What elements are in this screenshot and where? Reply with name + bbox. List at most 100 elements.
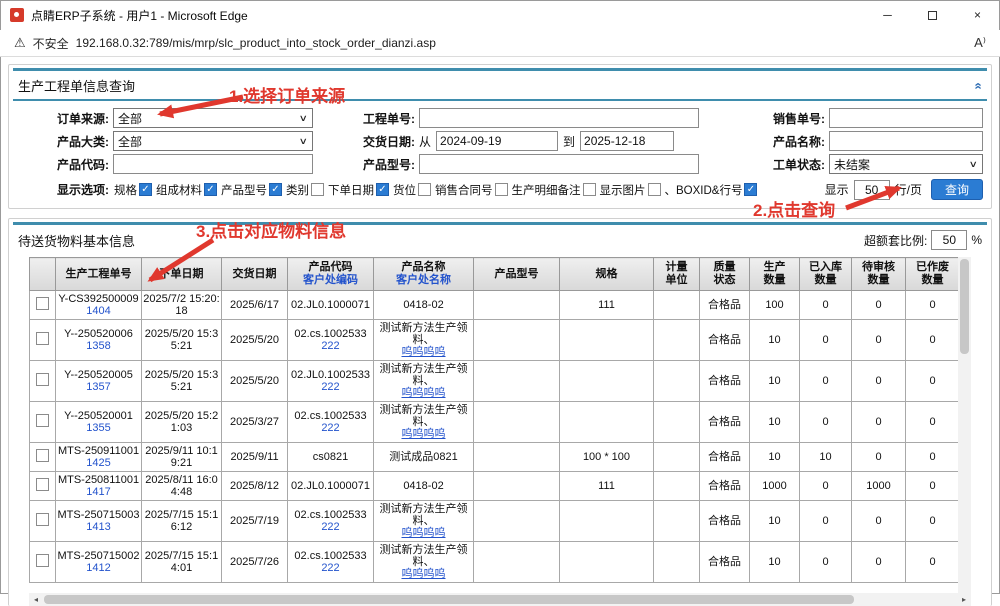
- product-code-sub[interactable]: 222: [289, 381, 372, 393]
- ratio-input[interactable]: [931, 230, 967, 250]
- display-option-label: 产品型号: [221, 182, 267, 198]
- table-vertical-scrollbar[interactable]: [958, 257, 971, 593]
- order-no-sub[interactable]: 1404: [57, 305, 140, 317]
- row-checkbox[interactable]: [36, 513, 49, 526]
- sales-no-input[interactable]: [829, 108, 983, 128]
- product-code-input[interactable]: [113, 154, 313, 174]
- qty-pending-cell: 1000: [852, 472, 906, 501]
- close-button[interactable]: ×: [955, 0, 1000, 30]
- date-from-input[interactable]: [436, 131, 558, 151]
- checkbox-icon[interactable]: [648, 183, 661, 196]
- spec-cell: [560, 361, 654, 402]
- qty-in-cell: 0: [800, 402, 852, 443]
- date-to-input[interactable]: [580, 131, 674, 151]
- product-code-sub[interactable]: 222: [289, 521, 372, 533]
- checkbox-icon[interactable]: ✓: [269, 183, 282, 196]
- maximize-button[interactable]: [910, 0, 955, 30]
- category-select[interactable]: 全部 ∨: [113, 131, 313, 151]
- display-option[interactable]: 销售合同号: [435, 182, 508, 198]
- row-checkbox[interactable]: [36, 478, 49, 491]
- row-checkbox[interactable]: [36, 297, 49, 310]
- material-row[interactable]: Y--25052000513572025/5/20 15:35:212025/5…: [30, 361, 960, 402]
- vertical-scrollbar-thumb[interactable]: [960, 259, 969, 354]
- product-code-sub[interactable]: 222: [289, 562, 372, 574]
- order-no-sub[interactable]: 1413: [57, 521, 140, 533]
- checkbox-icon[interactable]: ✓: [204, 183, 217, 196]
- project-no-input[interactable]: [419, 108, 699, 128]
- order-status-select[interactable]: 未结案 ∨: [829, 154, 983, 174]
- product-name-link[interactable]: 呜呜呜呜: [375, 387, 472, 399]
- qty-void-cell: 0: [906, 320, 960, 361]
- order-no-sub[interactable]: 1358: [57, 340, 140, 352]
- order-no: MTS-250715003: [57, 509, 140, 521]
- display-option[interactable]: 生产明细备注: [512, 182, 596, 198]
- display-option[interactable]: 下单日期✓: [328, 182, 389, 198]
- product-code-cell: 02.JL0.1000071: [288, 291, 374, 320]
- row-checkbox[interactable]: [36, 414, 49, 427]
- display-option[interactable]: 货位: [393, 182, 431, 198]
- warning-icon[interactable]: ⚠: [14, 35, 26, 51]
- material-row[interactable]: MTS-25071500314132025/7/15 15:16:122025/…: [30, 501, 960, 542]
- order-no-sub[interactable]: 1417: [57, 486, 140, 498]
- display-option[interactable]: 组成材料✓: [156, 182, 217, 198]
- column-header-4: 产品名称客户处名称: [374, 258, 474, 291]
- display-option[interactable]: BOXID&行号✓: [676, 182, 757, 198]
- scroll-right-icon[interactable]: ▸: [957, 595, 971, 604]
- product-code-sub[interactable]: 222: [289, 340, 372, 352]
- display-options-list: 规格✓组成材料✓产品型号✓类别下单日期✓货位销售合同号生产明细备注显示图片、BO…: [114, 182, 817, 198]
- checkbox-icon[interactable]: [495, 183, 508, 196]
- product-name-link[interactable]: 呜呜呜呜: [375, 346, 472, 358]
- product-code-cell: 02.cs.1002533222: [288, 320, 374, 361]
- page-size-input[interactable]: [854, 180, 890, 200]
- product-model-input[interactable]: [419, 154, 699, 174]
- material-row[interactable]: MTS-25081100114172025/8/11 16:04:482025/…: [30, 472, 960, 501]
- order-no-sub[interactable]: 1412: [57, 562, 140, 574]
- product-name: 测试新方法生产领料、: [375, 322, 472, 346]
- display-option[interactable]: 显示图片: [600, 182, 661, 198]
- material-row[interactable]: Y--25052000113552025/5/20 15:21:032025/3…: [30, 402, 960, 443]
- model-cell: [474, 542, 560, 583]
- product-name-link[interactable]: 呜呜呜呜: [375, 568, 472, 580]
- order-no-sub[interactable]: 1357: [57, 381, 140, 393]
- read-aloud-icon[interactable]: A⁾: [974, 35, 986, 51]
- order-no-sub[interactable]: 1355: [57, 422, 140, 434]
- scroll-left-icon[interactable]: ◂: [29, 595, 43, 604]
- product-name: 测试新方法生产领料、: [375, 544, 472, 568]
- display-option[interactable]: 类别: [286, 182, 324, 198]
- checkbox-icon[interactable]: ✓: [744, 183, 757, 196]
- order-no-sub[interactable]: 1425: [57, 457, 140, 469]
- checkbox-icon[interactable]: [583, 183, 596, 196]
- horizontal-scrollbar-thumb[interactable]: [44, 595, 854, 604]
- row-checkbox[interactable]: [36, 449, 49, 462]
- product-name-input[interactable]: [829, 131, 983, 151]
- row-checkbox[interactable]: [36, 373, 49, 386]
- display-option[interactable]: 产品型号✓: [221, 182, 282, 198]
- browser-addressbar[interactable]: ⚠ 不安全 192.168.0.32:789/mis/mrp/slc_produ…: [0, 30, 1000, 57]
- order-no-cell: Y--2505200051357: [56, 361, 142, 402]
- order-source-label: 订单来源:: [17, 110, 109, 127]
- checkbox-icon[interactable]: [311, 183, 324, 196]
- url-text[interactable]: 192.168.0.32:789/mis/mrp/slc_product_int…: [76, 36, 436, 50]
- checkbox-icon[interactable]: ✓: [139, 183, 152, 196]
- product-name-link[interactable]: 呜呜呜呜: [375, 428, 472, 440]
- checkbox-icon[interactable]: [418, 183, 431, 196]
- row-checkbox[interactable]: [36, 554, 49, 567]
- model-cell: [474, 501, 560, 542]
- table-horizontal-scrollbar[interactable]: ◂ ▸: [29, 593, 971, 606]
- product-name-link[interactable]: 呜呜呜呜: [375, 527, 472, 539]
- material-row[interactable]: Y--25052000613582025/5/20 15:35:212025/5…: [30, 320, 960, 361]
- product-code-cell: 02.cs.1002533222: [288, 501, 374, 542]
- material-row[interactable]: Y-CS39250000914042025/7/2 15:20:182025/6…: [30, 291, 960, 320]
- search-button[interactable]: 查询: [931, 179, 983, 200]
- checkbox-icon[interactable]: ✓: [376, 183, 389, 196]
- material-row[interactable]: MTS-25071500214122025/7/15 15:14:012025/…: [30, 542, 960, 583]
- row-checkbox[interactable]: [36, 332, 49, 345]
- minimize-button[interactable]: ─: [865, 0, 910, 30]
- header-line1: 产品型号: [475, 268, 558, 281]
- display-option[interactable]: 规格✓: [114, 182, 152, 198]
- product-code-sub[interactable]: 222: [289, 422, 372, 434]
- collapse-icon[interactable]: «: [971, 82, 986, 88]
- order-source-select[interactable]: 全部 ∨: [113, 108, 313, 128]
- delivery-date-cell: 2025/7/19: [222, 501, 288, 542]
- material-row[interactable]: MTS-25091100114252025/9/11 10:19:212025/…: [30, 443, 960, 472]
